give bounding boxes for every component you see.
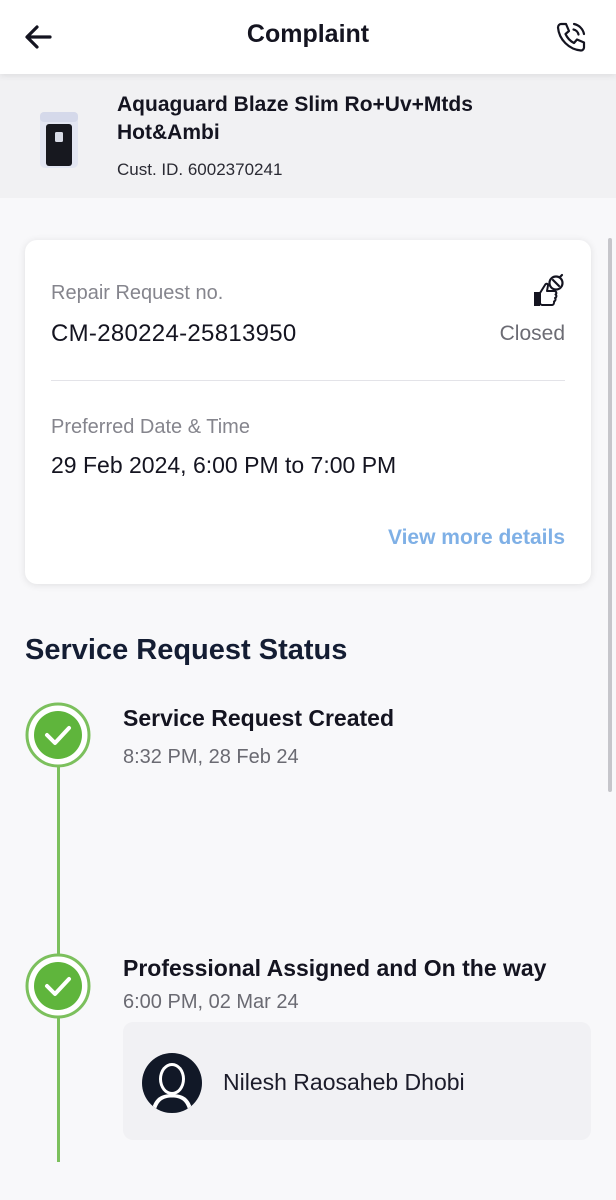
product-name: Aquaguard Blaze Slim Ro+Uv+Mtds Hot&Ambi <box>117 93 473 144</box>
preferred-time-label: Preferred Date & Time <box>51 416 250 438</box>
product-banner: Aquaguard Blaze Slim Ro+Uv+Mtds Hot&Ambi… <box>0 74 616 198</box>
call-button[interactable] <box>552 18 590 56</box>
divider <box>51 380 565 381</box>
request-number-label: Repair Request no. <box>51 282 224 304</box>
check-circle-icon <box>25 702 91 768</box>
step-title: Service Request Created <box>123 705 395 731</box>
app-header: Complaint <box>0 0 616 74</box>
step-time: 6:00 PM, 02 Mar 24 <box>123 991 299 1013</box>
professional-name: Nilesh Raosaheb Dhobi <box>223 1069 465 1095</box>
repair-request-card: Repair Request no. CM-280224-25813950 Cl… <box>25 240 591 584</box>
page-title: Complaint <box>246 20 370 48</box>
professional-card[interactable]: Nilesh Raosaheb Dhobi <box>123 1022 591 1140</box>
repair-thumbs-up-icon <box>534 273 564 306</box>
step-title: Professional Assigned and On the way <box>123 955 547 981</box>
request-number: CM-280224-25813950 <box>51 320 297 347</box>
avatar <box>142 1053 202 1113</box>
preferred-time-value: 29 Feb 2024, 6:00 PM to 7:00 PM <box>51 452 397 478</box>
phone-call-icon <box>556 22 586 52</box>
water-purifier-image <box>40 112 78 168</box>
status-badge: Closed <box>499 322 565 345</box>
section-title: Service Request Status <box>25 634 348 666</box>
step-time: 8:32 PM, 28 Feb 24 <box>123 746 299 768</box>
scrollbar[interactable] <box>608 238 612 792</box>
customer-id: Cust. ID. 6002370241 <box>117 160 283 179</box>
view-more-details-link[interactable]: View more details <box>388 526 565 550</box>
check-circle-icon <box>25 953 91 1019</box>
